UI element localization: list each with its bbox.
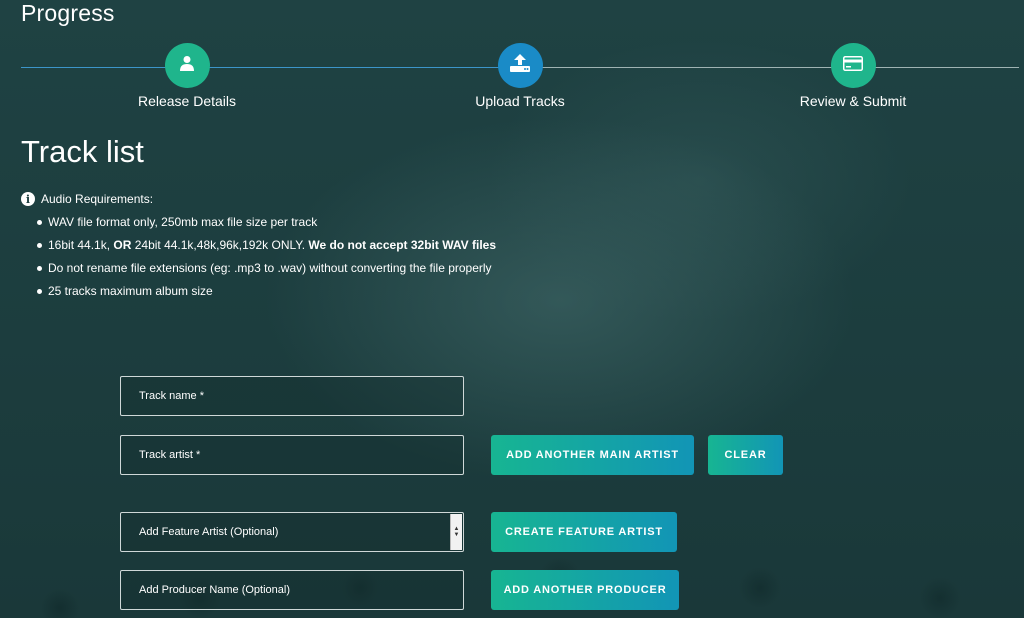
producer-name-placeholder: Add Producer Name (Optional) bbox=[139, 584, 291, 596]
audio-requirements-header: i Audio Requirements: bbox=[21, 192, 153, 206]
track-name-placeholder: Track name * bbox=[139, 390, 205, 402]
list-item: WAV file format only, 250mb max file siz… bbox=[35, 213, 496, 236]
track-artist-input[interactable]: Track artist * bbox=[120, 435, 464, 475]
track-name-input[interactable]: Track name * bbox=[120, 376, 464, 416]
list-item: 25 tracks maximum album size bbox=[35, 282, 496, 305]
step-circle-review-submit bbox=[830, 43, 876, 88]
step-label: Release Details bbox=[137, 93, 237, 109]
page: Progress Release Details Upload Tracks R… bbox=[0, 0, 1024, 618]
step-release-details[interactable]: Release Details bbox=[87, 43, 287, 109]
feature-artist-selected-value: Add Feature Artist (Optional) bbox=[139, 526, 279, 538]
step-circle-release-details bbox=[164, 43, 210, 88]
create-feature-artist-button[interactable]: CREATE FEATURE ARTIST bbox=[491, 512, 677, 552]
clear-button[interactable]: CLEAR bbox=[708, 435, 783, 475]
audio-requirements-heading: Audio Requirements: bbox=[41, 192, 154, 206]
track-list-title: Track list bbox=[21, 134, 144, 169]
add-another-producer-button[interactable]: ADD ANOTHER PRODUCER bbox=[491, 570, 679, 610]
step-review-submit[interactable]: Review & Submit bbox=[753, 43, 953, 109]
feature-artist-select[interactable]: Add Feature Artist (Optional) ▲ ▼ bbox=[120, 512, 464, 552]
step-label: Upload Tracks bbox=[475, 93, 565, 109]
add-another-main-artist-button[interactable]: ADD ANOTHER MAIN ARTIST bbox=[491, 435, 694, 475]
chevron-updown-icon[interactable]: ▲ ▼ bbox=[450, 514, 462, 550]
list-item: Do not rename file extensions (eg: .mp3 … bbox=[35, 259, 496, 282]
progress-title: Progress bbox=[21, 0, 115, 26]
step-circle-upload-tracks bbox=[497, 43, 543, 88]
info-icon: i bbox=[21, 192, 35, 206]
list-item: 16bit 44.1k, OR 24bit 44.1k,48k,96k,192k… bbox=[35, 236, 496, 259]
credit-card-icon bbox=[843, 55, 863, 76]
requirements-list: WAV file format only, 250mb max file siz… bbox=[35, 213, 496, 305]
step-label: Review & Submit bbox=[799, 93, 907, 109]
producer-name-input[interactable]: Add Producer Name (Optional) bbox=[120, 570, 464, 610]
step-upload-tracks[interactable]: Upload Tracks bbox=[420, 43, 620, 109]
track-artist-placeholder: Track artist * bbox=[139, 449, 201, 461]
user-icon bbox=[180, 55, 194, 76]
upload-icon bbox=[510, 54, 530, 77]
